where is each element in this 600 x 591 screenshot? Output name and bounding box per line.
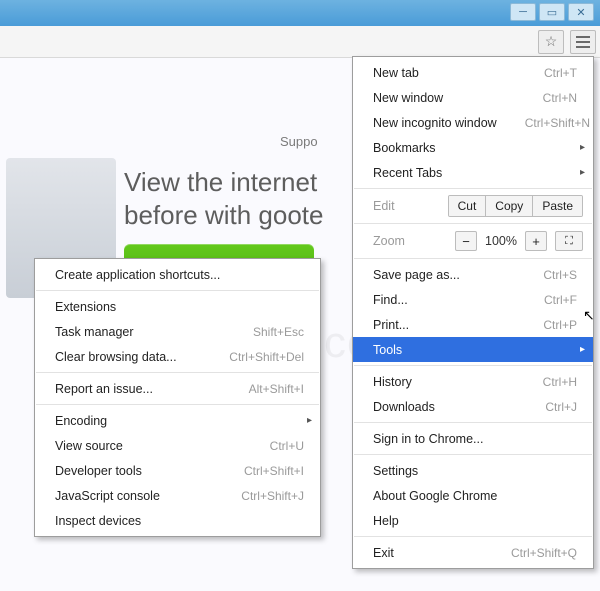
menu-encoding[interactable]: Encoding▸ — [35, 408, 320, 433]
menu-about[interactable]: About Google Chrome — [353, 483, 593, 508]
menu-find[interactable]: Find...Ctrl+F — [353, 287, 593, 312]
tools-submenu: Create application shortcuts... Extensio… — [34, 258, 321, 537]
menu-report-issue[interactable]: Report an issue...Alt+Shift+I — [35, 376, 320, 401]
menu-downloads[interactable]: DownloadsCtrl+J — [353, 394, 593, 419]
menu-separator — [354, 422, 592, 423]
fullscreen-icon: ⛶ — [565, 235, 573, 248]
menu-edit-row: Edit Cut Copy Paste — [353, 192, 593, 220]
chevron-right-icon: ▸ — [580, 344, 585, 355]
menu-recent-tabs[interactable]: Recent Tabs▸ — [353, 160, 593, 185]
menu-developer-tools[interactable]: Developer toolsCtrl+Shift+I — [35, 458, 320, 483]
menu-separator — [354, 188, 592, 189]
menu-separator — [354, 365, 592, 366]
edit-label: Edit — [373, 199, 448, 213]
menu-separator — [354, 258, 592, 259]
menu-new-window[interactable]: New windowCtrl+N — [353, 85, 593, 110]
menu-print[interactable]: Print...Ctrl+P — [353, 312, 593, 337]
menu-inspect-devices[interactable]: Inspect devices — [35, 508, 320, 533]
zoom-in-button[interactable]: + — [525, 231, 547, 251]
window-titlebar: ─ ▭ ✕ — [0, 0, 600, 26]
menu-separator — [354, 536, 592, 537]
menu-bookmarks[interactable]: Bookmarks▸ — [353, 135, 593, 160]
paste-button[interactable]: Paste — [532, 196, 582, 216]
menu-separator — [354, 454, 592, 455]
menu-separator — [36, 290, 319, 291]
fullscreen-button[interactable]: ⛶ — [555, 231, 583, 251]
menu-new-tab[interactable]: New tabCtrl+T — [353, 60, 593, 85]
menu-new-incognito[interactable]: New incognito windowCtrl+Shift+N — [353, 110, 593, 135]
menu-clear-browsing-data[interactable]: Clear browsing data...Ctrl+Shift+Del — [35, 344, 320, 369]
menu-tools[interactable]: Tools▸ — [353, 337, 593, 362]
menu-separator — [36, 372, 319, 373]
menu-settings[interactable]: Settings — [353, 458, 593, 483]
chevron-right-icon: ▸ — [580, 167, 585, 178]
chevron-right-icon: ▸ — [580, 142, 585, 153]
chrome-menu-button[interactable] — [570, 30, 596, 54]
close-button[interactable]: ✕ — [568, 3, 594, 21]
menu-zoom-row: Zoom − 100% + ⛶ — [353, 227, 593, 255]
browser-toolbar: ☆ — [0, 26, 600, 58]
zoom-value: 100% — [485, 234, 517, 248]
zoom-out-button[interactable]: − — [455, 231, 477, 251]
menu-help[interactable]: Help — [353, 508, 593, 533]
star-icon: ☆ — [545, 33, 558, 50]
chevron-right-icon: ▸ — [307, 415, 312, 426]
menu-history[interactable]: HistoryCtrl+H — [353, 369, 593, 394]
bookmark-star-button[interactable]: ☆ — [538, 30, 564, 54]
menu-create-shortcuts[interactable]: Create application shortcuts... — [35, 262, 320, 287]
menu-view-source[interactable]: View sourceCtrl+U — [35, 433, 320, 458]
menu-separator — [36, 404, 319, 405]
support-link[interactable]: Suppo — [280, 134, 318, 149]
maximize-button[interactable]: ▭ — [539, 3, 565, 21]
menu-task-manager[interactable]: Task managerShift+Esc — [35, 319, 320, 344]
hamburger-icon — [576, 36, 590, 48]
menu-extensions[interactable]: Extensions — [35, 294, 320, 319]
hero-heading: View the internet before with goote — [124, 166, 323, 231]
copy-button[interactable]: Copy — [485, 196, 532, 216]
cut-button[interactable]: Cut — [449, 196, 486, 216]
zoom-label: Zoom — [373, 234, 447, 248]
menu-save-page[interactable]: Save page as...Ctrl+S — [353, 262, 593, 287]
menu-javascript-console[interactable]: JavaScript consoleCtrl+Shift+J — [35, 483, 320, 508]
chrome-main-menu: New tabCtrl+T New windowCtrl+N New incog… — [352, 56, 594, 569]
menu-exit[interactable]: ExitCtrl+Shift+Q — [353, 540, 593, 565]
menu-separator — [354, 223, 592, 224]
menu-signin[interactable]: Sign in to Chrome... — [353, 426, 593, 451]
minimize-button[interactable]: ─ — [510, 3, 536, 21]
